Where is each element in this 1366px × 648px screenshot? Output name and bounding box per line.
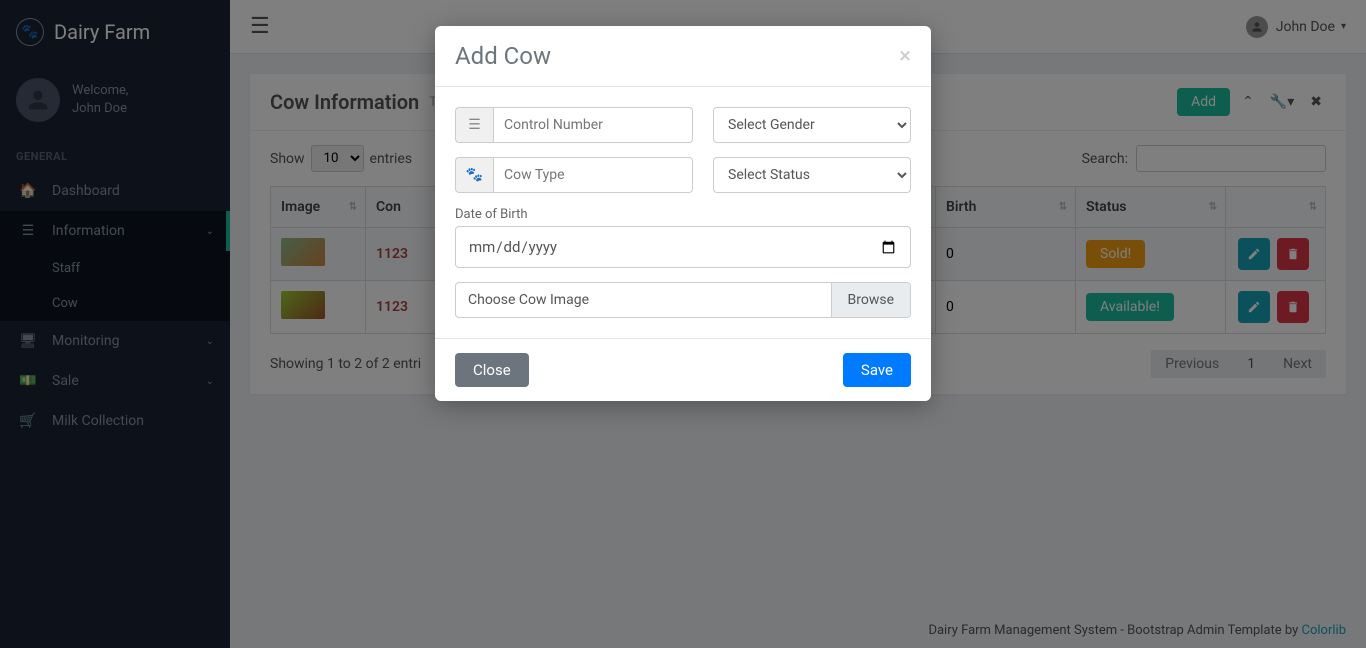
control-number-input[interactable] <box>493 107 693 143</box>
gender-select[interactable]: Select Gender <box>713 107 911 143</box>
paw-icon: 🐾 <box>455 157 493 193</box>
dob-input[interactable] <box>455 226 911 268</box>
modal-add-cow: Add Cow × ☰ Select Gender 🐾 Select Statu… <box>435 26 931 401</box>
control-number-group: ☰ <box>455 107 693 143</box>
save-button[interactable]: Save <box>843 353 911 387</box>
modal-body: ☰ Select Gender 🐾 Select Status Date of … <box>435 87 931 338</box>
modal-close-button[interactable]: × <box>899 44 911 69</box>
dob-label: Date of Birth <box>455 207 911 222</box>
browse-button[interactable]: Browse <box>831 283 910 317</box>
status-select[interactable]: Select Status <box>713 157 911 193</box>
close-button[interactable]: Close <box>455 353 529 387</box>
cowtype-group: 🐾 <box>455 157 693 193</box>
file-input-group[interactable]: Choose Cow Image Browse <box>455 282 911 318</box>
modal-header: Add Cow × <box>435 26 931 87</box>
cowtype-input[interactable] <box>493 157 693 193</box>
modal-footer: Close Save <box>435 338 931 401</box>
file-label: Choose Cow Image <box>456 283 831 317</box>
list-icon: ☰ <box>455 107 493 143</box>
modal-title: Add Cow <box>455 42 551 70</box>
